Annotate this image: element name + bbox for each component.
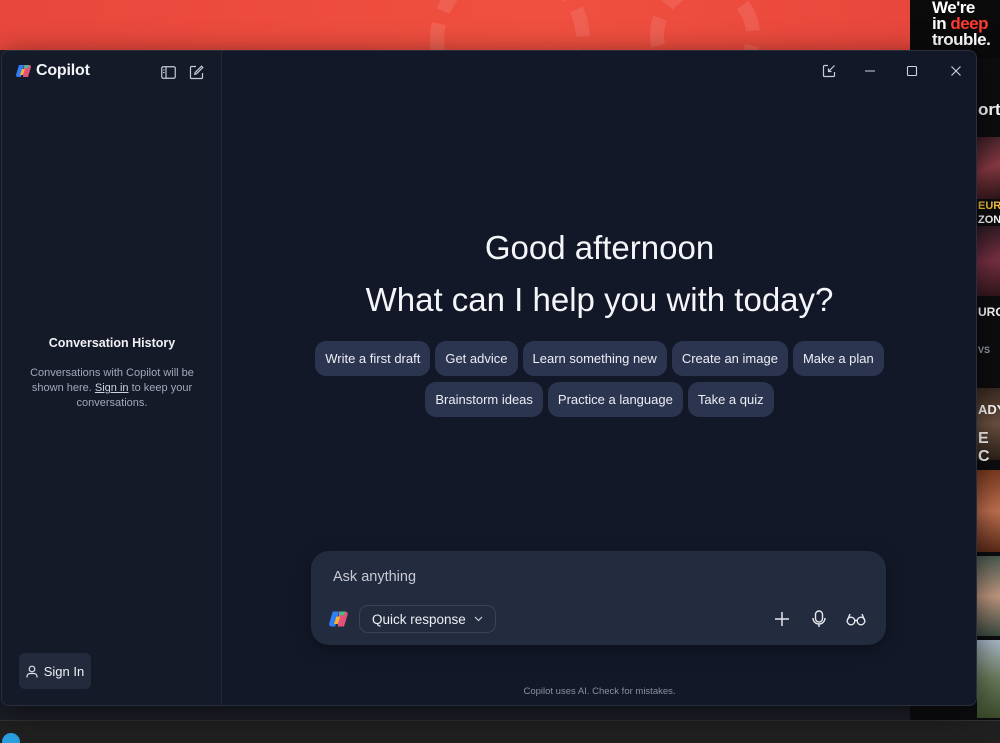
maximize-button[interactable]: [900, 61, 924, 81]
pop-out-icon: [822, 64, 836, 78]
ask-input[interactable]: [333, 569, 733, 585]
copilot-logo-icon: [16, 65, 31, 77]
history-description: Conversations with Copilot will be shown…: [22, 366, 202, 411]
promo-line: trouble.: [932, 30, 991, 49]
background-heading: orts: [978, 100, 1000, 119]
close-button[interactable]: [944, 61, 968, 81]
new-chat-button[interactable]: [187, 63, 205, 81]
sign-in-button[interactable]: Sign In: [19, 653, 91, 689]
minimize-icon: [865, 70, 875, 72]
gear-decoration: [430, 0, 590, 50]
sidebar-panel-icon: [160, 65, 176, 79]
brand: Copilot: [16, 62, 90, 80]
taskbar: [0, 720, 1000, 743]
plus-icon: [775, 612, 789, 626]
prompt-question: What can I help you with today?: [365, 281, 834, 318]
voice-input-button[interactable]: [807, 607, 831, 631]
microphone-icon: [812, 610, 826, 627]
greeting: Good afternoon: [484, 229, 715, 266]
thumbnail-label: URO: [978, 305, 1000, 319]
suggestion-row: Brainstorm ideas Practice a language Tak…: [223, 382, 976, 417]
suggestion-chip[interactable]: Make a plan: [792, 341, 884, 376]
suggestion-chip[interactable]: Write a first draft: [315, 341, 431, 376]
disclaimer: Copilot uses AI. Check for mistakes.: [523, 686, 676, 697]
maximize-icon: [906, 65, 918, 77]
thumbnail-label: E C: [978, 430, 990, 465]
background-banner: [0, 0, 910, 50]
minimize-button[interactable]: [858, 61, 882, 81]
chevron-down-icon: [474, 616, 483, 622]
copilot-window: Copilot Conversation History Conversatio…: [1, 50, 977, 706]
video-thumbnail[interactable]: [977, 226, 1000, 296]
thumbnail-label: VS: [978, 345, 991, 355]
gear-decoration: [650, 0, 760, 50]
signin-link[interactable]: Sign in: [95, 382, 129, 394]
suggestion-chip[interactable]: Get advice: [435, 341, 518, 376]
close-icon: [951, 66, 961, 76]
glasses-icon: [846, 613, 866, 626]
composer: Quick response: [311, 551, 886, 645]
compose-icon: [189, 64, 204, 79]
response-mode-dropdown[interactable]: Quick response: [359, 605, 496, 633]
suggestion-chip[interactable]: Practice a language: [547, 382, 683, 417]
telegram-icon[interactable]: [2, 733, 20, 743]
pin-window-button[interactable]: [817, 61, 841, 81]
thumbnail-label: EURO: [978, 200, 1000, 212]
suggestion-chip[interactable]: Brainstorm ideas: [425, 382, 543, 417]
add-attachment-button[interactable]: [770, 607, 794, 631]
suggestion-chip[interactable]: Take a quiz: [687, 382, 774, 417]
toggle-sidebar-button[interactable]: [159, 63, 177, 81]
user-icon: [26, 665, 38, 677]
sign-in-label: Sign In: [43, 663, 85, 679]
main-panel: Good afternoon What can I help you with …: [223, 51, 976, 705]
sidebar: Copilot Conversation History Conversatio…: [2, 51, 222, 705]
video-thumbnail[interactable]: [977, 470, 1000, 552]
app-name: Copilot: [36, 62, 90, 79]
suggestion-chip[interactable]: Learn something new: [522, 341, 667, 376]
response-mode-label: Quick response: [372, 611, 466, 627]
history-title: Conversation History: [48, 336, 176, 350]
video-thumbnail[interactable]: [977, 556, 1000, 636]
suggestion-row: Write a first draft Get advice Learn som…: [223, 341, 976, 376]
video-thumbnail[interactable]: [977, 137, 1000, 199]
suggestion-chip[interactable]: Create an image: [671, 341, 788, 376]
thumbnail-label: ZON: [978, 214, 1000, 226]
copilot-logo-icon: [329, 611, 348, 627]
thumbnail-label: ADYS: [978, 402, 1000, 417]
video-thumbnail[interactable]: [977, 640, 1000, 718]
vision-button[interactable]: [844, 607, 868, 631]
